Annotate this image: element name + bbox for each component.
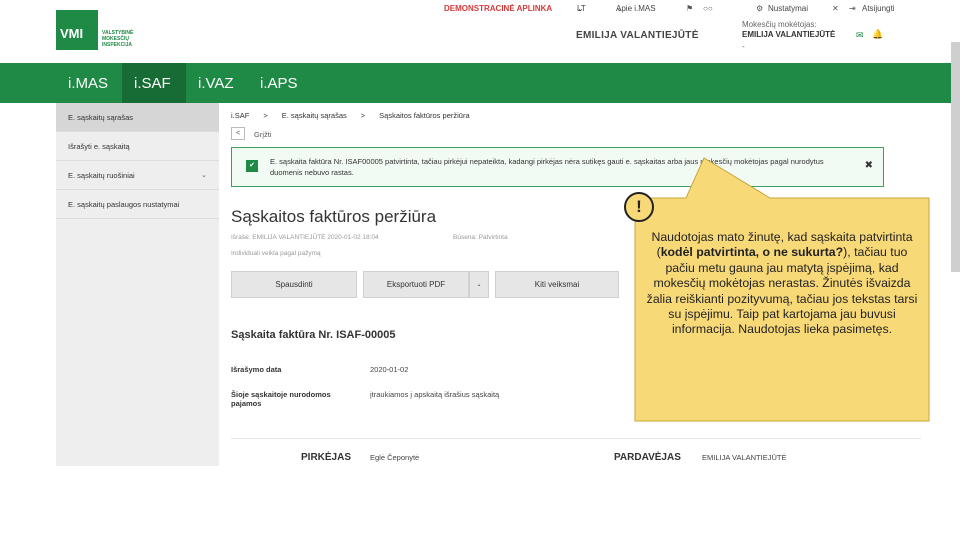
annotation-text: Naudotojas mato žinutę, kad sąskaita pat… — [644, 230, 920, 338]
annotation-text-bold: kodėl patvirtinta, o ne sukurta? — [660, 245, 844, 260]
warning-icon: ! — [624, 192, 654, 222]
